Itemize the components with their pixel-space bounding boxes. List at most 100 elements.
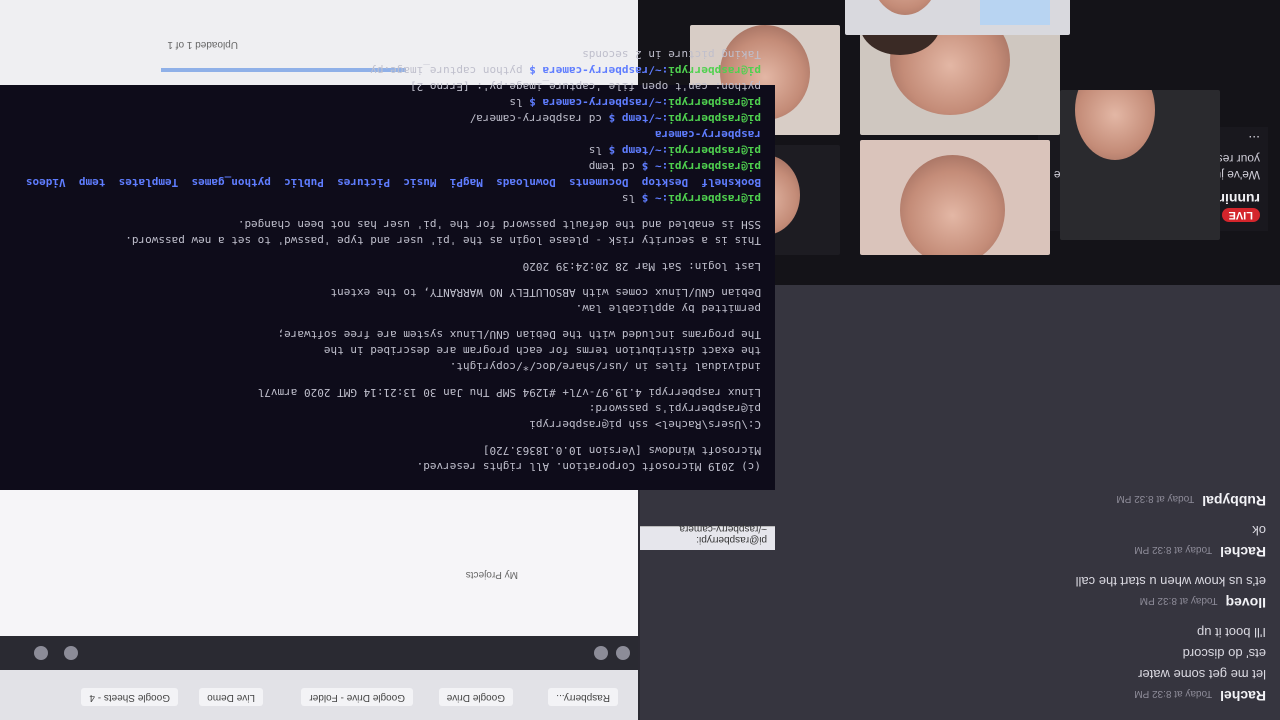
terminal-line: pi@raspberrypi:~ $ ls bbox=[14, 190, 761, 206]
video-tile[interactable] bbox=[860, 25, 1060, 135]
browser-toolbar bbox=[0, 636, 638, 670]
terminal-line: permitted by applicable law. bbox=[14, 300, 761, 316]
terminal-text: the exact distribution terms for each pr… bbox=[323, 344, 761, 357]
terminal-prompt-path: :~ $ bbox=[641, 160, 669, 173]
terminal-line: (c) 2019 Microsoft Corporation. All righ… bbox=[14, 458, 761, 474]
chat-message-text: I'll boot it up bbox=[1197, 625, 1266, 640]
terminal-line: pi@raspberrypi's password: bbox=[14, 400, 761, 416]
terminal-text: individual files in /usr/share/doc/*/cop… bbox=[449, 360, 761, 373]
terminal-prompt-user: pi@raspberrypi bbox=[668, 144, 761, 157]
terminal-line: Taking picture in 2 seconds bbox=[14, 46, 761, 62]
terminal-output: (c) 2019 Microsoft Corporation. All righ… bbox=[14, 46, 761, 474]
terminal-prompt-path: :~/raspberry-camera $ bbox=[529, 96, 669, 109]
terminal-text: The programs included with the Debian GN… bbox=[277, 328, 761, 341]
live-badge: LIVE bbox=[1221, 208, 1260, 222]
terminal-line: This is a security risk - please login a… bbox=[14, 232, 761, 248]
participant-face bbox=[1075, 90, 1155, 160]
browser-tab[interactable]: Live Demo bbox=[199, 688, 263, 706]
chat-message-text: let me get some water bbox=[1138, 667, 1266, 682]
terminal-prompt-path: :~/temp $ bbox=[608, 144, 669, 157]
terminal-text: ls bbox=[509, 96, 530, 109]
terminal-text: python capture_image.py bbox=[370, 64, 530, 77]
terminal-text: Debian GNU/Linux comes with ABSOLUTELY N… bbox=[330, 286, 761, 299]
browser-tab[interactable]: Google Sheets - 4 bbox=[81, 688, 178, 706]
terminal-text: permitted by applicable law. bbox=[575, 302, 761, 315]
chat-author[interactable]: Rachel bbox=[1220, 688, 1266, 704]
browser-tab-strip: Raspberry... Google Drive Google Drive -… bbox=[0, 670, 638, 720]
screen-share-tile[interactable] bbox=[845, 0, 1070, 35]
terminal-line: Bookshelf Desktop Documents Downloads Ma… bbox=[14, 174, 761, 190]
chat-message-header: Rubbypal Today at 8:32 PM bbox=[640, 493, 1266, 509]
terminal-prompt-path: :~ $ bbox=[641, 192, 669, 205]
chat-timestamp: Today at 8:32 PM bbox=[1139, 595, 1218, 606]
terminal-text: Linux raspberrypi 4.19.97-v7l+ #1294 SMP… bbox=[257, 386, 761, 399]
terminal-text: SSH is enabled and the default password … bbox=[237, 218, 761, 231]
terminal-line: pi@raspberrypi:~/temp $ ls bbox=[14, 142, 761, 158]
terminal-text: python: can't open file 'capture_image.p… bbox=[410, 80, 761, 93]
terminal-text: ls bbox=[621, 192, 642, 205]
extension-icon[interactable] bbox=[594, 646, 608, 660]
video-tile[interactable] bbox=[860, 140, 1050, 255]
video-tile[interactable] bbox=[1060, 90, 1220, 240]
terminal-prompt-path: :~/raspberry-camera $ bbox=[529, 64, 669, 77]
terminal-line: pi@raspberrypi:~ $ cd temp bbox=[14, 158, 761, 174]
terminal-line: Linux raspberrypi 4.19.97-v7l+ #1294 SMP… bbox=[14, 384, 761, 400]
screen: Rachel Today at 8:32 PM let me get some wa… bbox=[0, 0, 1280, 720]
browser-tab[interactable]: Raspberry... bbox=[548, 688, 618, 706]
terminal-line: pi@raspberrypi:~/raspberry-camera $ pyth… bbox=[14, 62, 761, 78]
terminal-text: (c) 2019 Microsoft Corporation. All righ… bbox=[416, 460, 761, 473]
terminal-prompt-user: pi@raspberrypi bbox=[668, 160, 761, 173]
chat-timestamp: Today at 8:32 PM bbox=[1116, 493, 1195, 504]
folder-tab[interactable]: My Projects bbox=[466, 569, 518, 580]
browser-tab[interactable]: Google Drive - Folder bbox=[301, 688, 413, 706]
terminal-text: cd temp bbox=[588, 160, 642, 173]
terminal-line: raspberry-camera bbox=[14, 126, 761, 142]
browser-page bbox=[0, 490, 638, 636]
terminal-line: SSH is enabled and the default password … bbox=[14, 216, 761, 232]
shared-laptop-screen bbox=[980, 0, 1050, 25]
terminal-line: Debian GNU/Linux comes with ABSOLUTELY N… bbox=[14, 284, 761, 300]
terminal-prompt-user: pi@raspberrypi bbox=[668, 112, 761, 125]
terminal-line: individual files in /usr/share/doc/*/cop… bbox=[14, 358, 761, 374]
back-icon[interactable] bbox=[34, 646, 48, 660]
terminal-text: C:\Users\Rachel> ssh pi@raspberrypi bbox=[529, 418, 761, 431]
terminal-line: pi@raspberrypi:~/raspberry-camera $ ls bbox=[14, 94, 761, 110]
chat-author[interactable]: Iloveq bbox=[1226, 595, 1266, 611]
terminal-line: The programs included with the Debian GN… bbox=[14, 326, 761, 342]
chat-message-text: et's us know when u start the call bbox=[1075, 574, 1266, 589]
terminal-directory-listing: Bookshelf Desktop Documents Downloads Ma… bbox=[25, 176, 761, 189]
chat-message-header: Iloveq Today at 8:32 PM bbox=[640, 595, 1266, 611]
participant-face bbox=[870, 0, 940, 15]
terminal-line: pi@raspberrypi:~/temp $ cd raspberry-cam… bbox=[14, 110, 761, 126]
terminal-line: python: can't open file 'capture_image.p… bbox=[14, 78, 761, 94]
terminal-directory-listing: raspberry-camera bbox=[655, 128, 761, 141]
terminal-line: the exact distribution terms for each pr… bbox=[14, 342, 761, 358]
terminal-text: Last login: Sat Mar 28 20:24:39 2020 bbox=[522, 260, 761, 273]
refresh-icon[interactable] bbox=[64, 646, 78, 660]
terminal-text: pi@raspberrypi's password: bbox=[588, 402, 761, 415]
terminal-text: ls bbox=[588, 144, 609, 157]
terminal-line: C:\Users\Rachel> ssh pi@raspberrypi bbox=[14, 416, 761, 432]
terminal-line: Last login: Sat Mar 28 20:24:39 2020 bbox=[14, 258, 761, 274]
terminal-prompt-path: :~/temp $ bbox=[608, 112, 669, 125]
chat-message-text: ets' do discord bbox=[1182, 646, 1266, 661]
terminal-prompt-user: pi@raspberrypi bbox=[668, 192, 761, 205]
terminal-window[interactable]: (c) 2019 Microsoft Corporation. All righ… bbox=[0, 48, 775, 490]
browser-tab[interactable]: Google Drive bbox=[438, 688, 513, 706]
terminal-line: Microsoft Windows [Version 10.0.18363.72… bbox=[14, 442, 761, 458]
terminal-text: This is a security risk - please login a… bbox=[125, 234, 761, 247]
menu-icon[interactable] bbox=[616, 646, 630, 660]
chat-author[interactable]: Rachel bbox=[1220, 544, 1266, 560]
terminal-prompt-user: pi@raspberrypi bbox=[668, 64, 761, 77]
chat-author[interactable]: Rubbypal bbox=[1202, 493, 1266, 509]
terminal-title-bar: pi@raspberrypi: ~/raspberry-camera bbox=[640, 523, 775, 550]
terminal-prompt-user: pi@raspberrypi bbox=[668, 96, 761, 109]
chat-timestamp: Today at 8:32 PM bbox=[1134, 544, 1213, 555]
terminal-text: Microsoft Windows [Version 10.0.18363.72… bbox=[482, 444, 761, 457]
chat-timestamp: Today at 8:32 PM bbox=[1134, 688, 1213, 699]
